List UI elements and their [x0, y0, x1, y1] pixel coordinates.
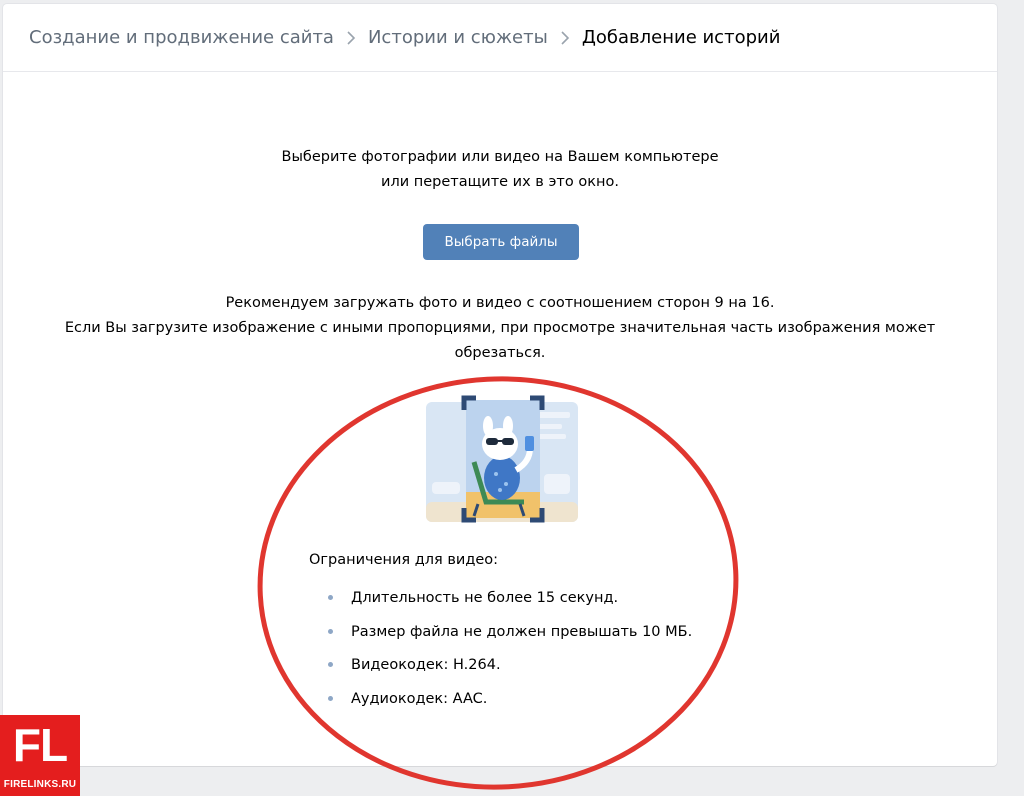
watermark-site: FIRELINKS.RU	[3, 779, 77, 790]
upload-instruction-line: Выберите фотографии или видео на Вашем к…	[281, 149, 719, 165]
bullet-icon	[328, 695, 333, 701]
video-limit-text: Видеокодек: H.264.	[351, 657, 501, 673]
video-limit-text: Длительность не более 15 секунд.	[351, 590, 619, 606]
upload-card: Создание и продвижение сайта Истории и с…	[3, 4, 997, 766]
breadcrumb-item-site-promotion[interactable]: Создание и продвижение сайта	[29, 27, 334, 48]
list-item: Размер файла не должен превышать 10 МБ.	[326, 623, 692, 657]
breadcrumb-item-add-stories: Добавление историй	[581, 27, 781, 48]
bullet-icon	[328, 628, 333, 634]
page: Создание и продвижение сайта Истории и с…	[0, 0, 1024, 796]
chevron-right-icon	[560, 30, 570, 46]
bullet-icon	[328, 595, 333, 600]
video-limits-list: Длительность не более 15 секунд. Размер …	[326, 589, 692, 723]
chevron-right-icon	[346, 30, 356, 46]
story-crop-illustration	[426, 392, 578, 524]
recommendation-line: обрезаться.	[454, 345, 546, 361]
upload-instructions: Выберите фотографии или видео на Вашем к…	[3, 145, 997, 195]
watermark-mark: FL	[12, 719, 68, 771]
list-item: Видеокодек: H.264.	[326, 656, 692, 690]
video-limits-title: Ограничения для видео:	[309, 552, 499, 568]
list-item: Длительность не более 15 секунд.	[326, 589, 692, 623]
aspect-ratio-recommendation: Рекомендуем загружать фото и видео с соо…	[3, 291, 997, 366]
recommendation-line: Рекомендуем загружать фото и видео с соо…	[225, 295, 775, 311]
breadcrumb-item-stories[interactable]: Истории и сюжеты	[368, 27, 548, 48]
select-files-button[interactable]: Выбрать файлы	[423, 224, 579, 260]
video-limit-text: Аудиокодек: AAC.	[351, 690, 488, 707]
watermark-logo: FL FIRELINKS.RU	[0, 715, 80, 796]
breadcrumb: Создание и продвижение сайта Истории и с…	[3, 4, 997, 72]
upload-instruction-line: или перетащите их в это окно.	[381, 174, 619, 190]
video-limit-text: Размер файла не должен превышать 10 МБ.	[351, 623, 693, 640]
bullet-icon	[328, 662, 333, 667]
list-item: Аудиокодек: AAC.	[326, 690, 692, 724]
recommendation-line: Если Вы загрузите изображение с иными пр…	[64, 320, 936, 336]
